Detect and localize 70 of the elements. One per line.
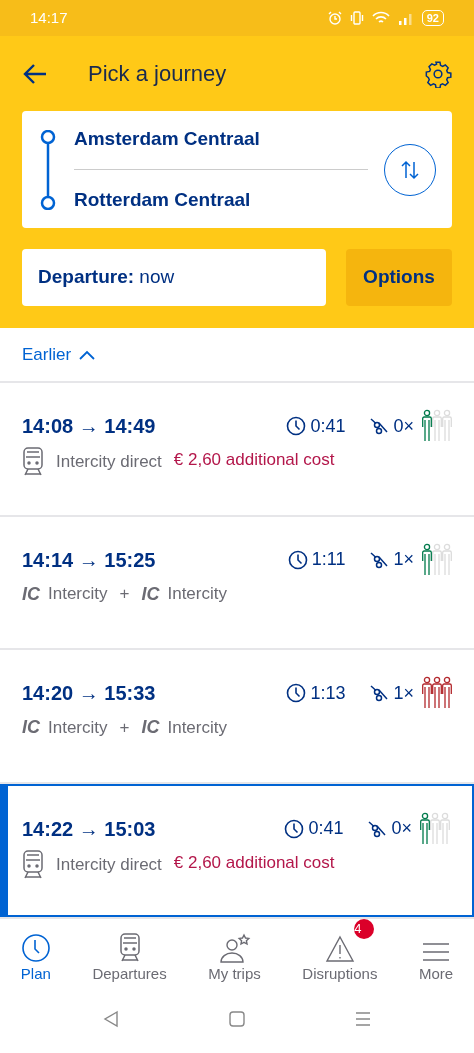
person-star-icon [217, 932, 252, 963]
menu-icon[interactable] [354, 1010, 372, 1028]
train-type: Intercity direct [56, 451, 162, 474]
options-button[interactable]: Options [346, 249, 452, 306]
from-station[interactable]: Amsterdam Centraal [74, 124, 368, 170]
settings-button[interactable] [424, 59, 452, 88]
menu-icon [422, 940, 451, 963]
transfer-icon [369, 549, 390, 570]
train-icon [22, 447, 44, 477]
vibrate-icon [349, 11, 364, 25]
train-type-code: IC [141, 716, 160, 739]
train-type: Intercity [167, 583, 227, 606]
transfers-text: 1× [393, 681, 414, 705]
alarm-icon [327, 11, 342, 25]
clock-icon [20, 932, 51, 963]
back-button[interactable] [22, 61, 48, 86]
page-title: Pick a journey [88, 60, 228, 88]
train-type: Intercity [48, 716, 108, 739]
swap-button[interactable] [384, 143, 436, 196]
nav-tab[interactable]: Plan [20, 930, 51, 986]
train-icon [22, 849, 44, 880]
train-icon [118, 932, 141, 963]
train-type: Intercity direct [56, 853, 162, 876]
train-type: Intercity [167, 716, 227, 739]
train-type-code: IC [22, 582, 40, 606]
transfers-text: 0× [393, 414, 414, 438]
plus-sign: + [119, 716, 130, 739]
transfer-icon [369, 683, 390, 703]
transfer-icon [369, 416, 390, 436]
duration-text: 1:11 [311, 548, 346, 571]
transfers-text: 1× [393, 548, 414, 571]
transfers-text: 0× [391, 817, 412, 840]
home-icon[interactable] [228, 1010, 246, 1028]
surcharge-text: € 2,60 additional cost [173, 851, 335, 874]
duration-text: 0:41 [308, 817, 344, 840]
notification-badge: 4 [354, 918, 375, 939]
journey-option[interactable]: 14:08 → 14:49 0:41 0× Intercity direct € 2,60 additional cost [0, 383, 474, 517]
caret-up-icon [79, 349, 96, 360]
back-icon[interactable] [102, 1010, 120, 1028]
journey-times: 14:20 → 15:33 [22, 681, 157, 706]
wifi-icon [371, 11, 390, 25]
signal-icon [397, 11, 414, 25]
journey-times: 14:14 → 15:25 [22, 547, 157, 573]
nav-tab[interactable]: My trips [208, 930, 261, 986]
swap-icon [399, 158, 421, 181]
earlier-link[interactable]: Earlier [22, 341, 96, 368]
journey-times: 14:22 → 15:03 [22, 816, 157, 842]
train-type-code: IC [141, 582, 160, 606]
clock-icon [284, 818, 305, 839]
duration-text: 0:41 [310, 414, 346, 438]
warning-icon [324, 934, 355, 963]
duration-text: 1:13 [310, 681, 346, 705]
journey-option[interactable]: 14:14 → 15:25 1:11 1× IC Intercity + IC Intercity [0, 516, 474, 650]
clock-icon [286, 416, 307, 436]
transfer-icon [367, 818, 388, 839]
battery-indicator: 92 [421, 10, 444, 26]
journey-option[interactable]: 14:22 → 15:03 0:41 0× Intercity direct € 2,60 additional cost [0, 783, 474, 917]
plus-sign: + [119, 583, 130, 606]
clock-icon [286, 683, 307, 703]
nav-tab[interactable]: Departures [92, 930, 167, 986]
status-time: 14:17 [30, 7, 68, 28]
surcharge-text: € 2,60 additional cost [173, 449, 335, 471]
to-station[interactable]: Rotterdam Centraal [74, 170, 368, 215]
journey-option[interactable]: 14:20 → 15:33 1:13 1× IC Intercity + IC Intercity [0, 650, 474, 784]
train-type-code: IC [22, 716, 40, 739]
journey-times: 14:08 → 14:49 [22, 414, 157, 439]
train-type: Intercity [48, 583, 108, 606]
clock-icon [287, 549, 308, 570]
departure-field[interactable]: Departure: now [22, 249, 326, 306]
nav-tab[interactable]: More [419, 930, 454, 986]
